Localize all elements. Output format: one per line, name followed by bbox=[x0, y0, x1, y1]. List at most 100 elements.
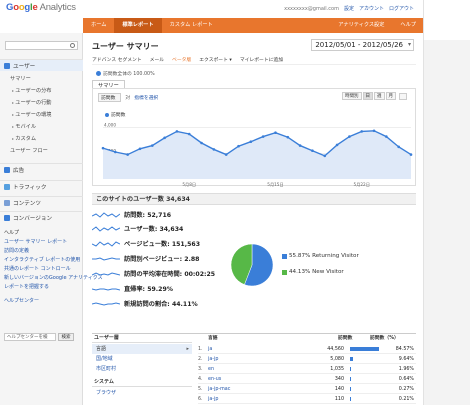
tab-analytics-settings[interactable]: アナリティクス設定 bbox=[330, 18, 392, 33]
data-point[interactable] bbox=[274, 131, 277, 135]
data-point[interactable] bbox=[397, 145, 400, 149]
pie-legend-new: 44.13% New Visitor bbox=[282, 269, 344, 275]
tab-help[interactable]: ヘルプ bbox=[392, 18, 423, 33]
data-point[interactable] bbox=[385, 135, 388, 138]
metric-users[interactable]: ユーザー数: 34,634 bbox=[92, 222, 183, 235]
settings-link[interactable]: 設定 bbox=[344, 5, 354, 12]
sidebar-section-users[interactable]: ユーザー bbox=[0, 59, 83, 71]
help-center-link[interactable]: ヘルプセンター bbox=[4, 297, 39, 304]
data-point[interactable] bbox=[101, 146, 105, 150]
metric-pageviews[interactable]: ページビュー数: 151,563 bbox=[92, 237, 200, 250]
tab-standard-reports[interactable]: 標準レポート bbox=[114, 18, 162, 33]
data-point[interactable] bbox=[249, 140, 253, 144]
data-point[interactable] bbox=[323, 154, 327, 158]
list-item-country[interactable]: 国/地域 bbox=[92, 354, 192, 364]
table-row[interactable]: 3. en 1,035 1.96% bbox=[198, 364, 416, 374]
row-visits: 1,035 bbox=[330, 367, 344, 372]
period-month-button[interactable]: 月 bbox=[385, 92, 396, 100]
help-link[interactable]: インタラクティブ レポートの使用 bbox=[4, 256, 80, 263]
help-search-button[interactable]: 検索 bbox=[58, 333, 74, 341]
metric-pages-per-visit[interactable]: 訪問別ページビュー: 2.88 bbox=[92, 252, 199, 265]
sidebar-item-user-flow[interactable]: ユーザー フロー bbox=[10, 147, 48, 154]
row-language[interactable]: en bbox=[208, 367, 214, 372]
sidebar-item-behavior[interactable]: ユーザーの行動 bbox=[12, 99, 51, 106]
email-button[interactable]: メール bbox=[150, 56, 164, 63]
table-row[interactable]: 5. ja-jp-mac 140 0.27% bbox=[198, 384, 416, 394]
data-point[interactable] bbox=[348, 135, 351, 138]
data-point[interactable] bbox=[138, 147, 142, 151]
chart-type-icon[interactable] bbox=[399, 92, 407, 100]
table-row[interactable]: 6. ja-jp 110 0.21% bbox=[198, 394, 416, 404]
list-item-language[interactable]: 言語 bbox=[92, 344, 192, 354]
sidebar-section-content[interactable]: コンテンツ bbox=[0, 196, 83, 208]
data-point[interactable] bbox=[335, 143, 339, 147]
sidebar-item-custom[interactable]: カスタム bbox=[12, 135, 36, 142]
export-button[interactable]: エクスポート ▾ bbox=[199, 56, 232, 63]
tab-home[interactable]: ホーム bbox=[83, 18, 114, 33]
help-search-input[interactable]: ヘルプセンターを検 bbox=[4, 333, 56, 341]
data-point[interactable] bbox=[237, 144, 240, 148]
data-point[interactable] bbox=[224, 153, 228, 156]
metric-bounce-rate[interactable]: 直帰率: 59.29% bbox=[92, 282, 173, 295]
metric-select[interactable]: 訪問数 bbox=[98, 93, 122, 102]
sidebar-item-demographics[interactable]: ユーザーの分布 bbox=[12, 87, 51, 94]
segment-dot-icon bbox=[96, 71, 101, 76]
row-language[interactable]: ja bbox=[208, 347, 212, 352]
help-link[interactable]: 共通のレポート コントロール bbox=[4, 265, 71, 272]
row-language[interactable]: en-us bbox=[208, 377, 221, 382]
help-link[interactable]: ユーザー サマリー レポート bbox=[4, 238, 67, 245]
date-range-picker[interactable]: 2012/05/01 - 2012/05/26 bbox=[311, 39, 414, 51]
data-point[interactable] bbox=[212, 148, 216, 151]
data-point[interactable] bbox=[126, 153, 129, 156]
metric-avg-duration[interactable]: 訪問の平均滞在時間: 00:02:25 bbox=[92, 267, 215, 280]
period-week-button[interactable]: 週 bbox=[374, 92, 385, 100]
select-metric-link[interactable]: 指標を選択 bbox=[134, 94, 158, 101]
table-row[interactable]: 2. ja-jp 5,080 9.64% bbox=[198, 354, 416, 364]
visitor-type-pie-chart[interactable] bbox=[230, 243, 274, 287]
data-point[interactable] bbox=[360, 130, 364, 133]
data-point[interactable] bbox=[163, 136, 166, 140]
data-point[interactable] bbox=[200, 141, 203, 145]
data-point[interactable] bbox=[372, 129, 376, 133]
visits-line-chart[interactable]: 4,0002,0005月8日5月15日5月22日 bbox=[93, 111, 417, 187]
metric-new-visits[interactable]: 新規訪問の割合: 44.11% bbox=[92, 297, 198, 310]
row-pct-bar bbox=[350, 377, 351, 381]
list-item-browser[interactable]: ブラウザ bbox=[92, 388, 192, 398]
row-pct: 9.64% bbox=[398, 357, 414, 362]
data-point[interactable] bbox=[150, 144, 154, 147]
add-to-dashboard-button[interactable]: マイレポートに追加 bbox=[240, 56, 283, 63]
metric-visits[interactable]: 訪問数: 52,716 bbox=[92, 208, 171, 221]
data-point[interactable] bbox=[311, 149, 314, 153]
table-row[interactable]: 1. ja 44,560 84.57% bbox=[198, 344, 416, 354]
period-day-button[interactable]: 日 bbox=[362, 92, 373, 100]
data-point[interactable] bbox=[261, 135, 265, 138]
google-analytics-logo[interactable]: Google Analytics bbox=[6, 2, 76, 13]
list-item-city[interactable]: 市区町村 bbox=[92, 364, 192, 374]
sidebar-search-input[interactable] bbox=[5, 41, 78, 50]
data-point[interactable] bbox=[175, 130, 179, 133]
sidebar-item-summary[interactable]: サマリー bbox=[10, 75, 31, 82]
advanced-segments-button[interactable]: アドバンス セグメント bbox=[92, 56, 142, 63]
data-point[interactable] bbox=[298, 144, 302, 147]
row-language[interactable]: ja-jp bbox=[208, 397, 218, 402]
period-hourly-button[interactable]: 時間別 bbox=[342, 92, 362, 100]
sidebar-section-traffic[interactable]: トラフィック bbox=[0, 180, 83, 192]
help-link[interactable]: 訪問の定義 bbox=[4, 247, 29, 254]
table-row[interactable]: 4. en-us 340 0.64% bbox=[198, 374, 416, 384]
my-account-link[interactable]: アカウント bbox=[359, 5, 384, 12]
data-point[interactable] bbox=[286, 135, 290, 139]
sidebar-item-technology[interactable]: ユーザーの環境 bbox=[12, 111, 51, 118]
data-point[interactable] bbox=[114, 150, 117, 154]
sidebar-item-mobile[interactable]: モバイル bbox=[12, 123, 36, 130]
sidebar-section-ads[interactable]: 広告 bbox=[0, 163, 83, 175]
data-point[interactable] bbox=[409, 153, 413, 156]
logout-link[interactable]: ログアウト bbox=[389, 5, 414, 12]
row-language[interactable]: ja-jp-mac bbox=[208, 387, 230, 392]
help-link[interactable]: レポートを把握する bbox=[4, 283, 49, 290]
legend-swatch bbox=[282, 253, 287, 259]
row-language[interactable]: ja-jp bbox=[208, 357, 218, 362]
pie-legend-returning: 55.87% Returning Visitor bbox=[282, 253, 359, 259]
data-point[interactable] bbox=[187, 132, 191, 136]
tab-custom-reports[interactable]: カスタム レポート bbox=[162, 18, 221, 33]
sidebar-section-conversions[interactable]: コンバージョン bbox=[0, 211, 83, 223]
